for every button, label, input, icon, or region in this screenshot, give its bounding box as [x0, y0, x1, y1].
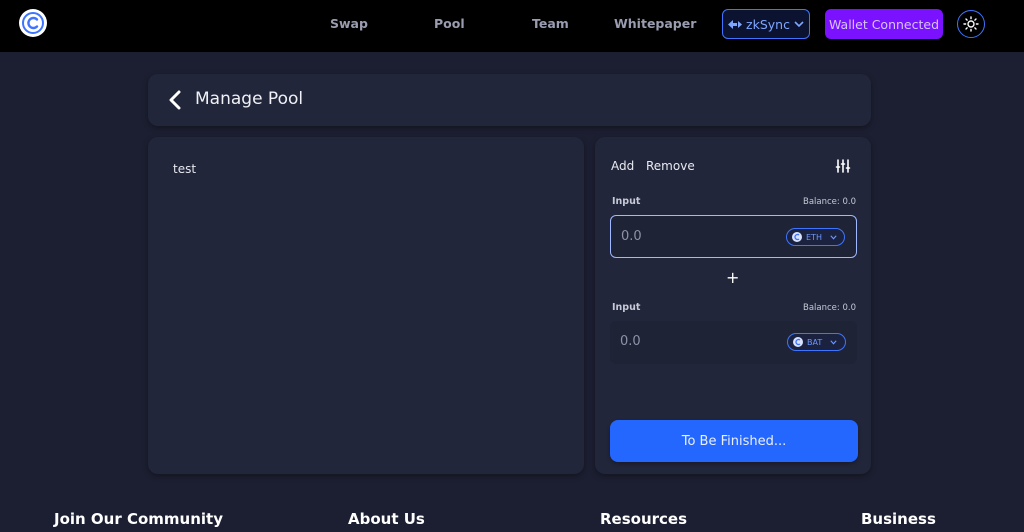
zksync-icon — [728, 19, 743, 29]
nav-link-pool[interactable]: Pool — [434, 16, 465, 31]
nav-link-whitepaper[interactable]: Whitepaper — [614, 16, 696, 31]
plus-separator: + — [726, 268, 740, 287]
network-label: zkSync — [746, 16, 790, 32]
tab-add[interactable]: Add — [611, 159, 634, 173]
pool-info-panel: test — [148, 137, 584, 474]
footer-heading-business: Business — [861, 510, 936, 528]
wallet-connected-button[interactable]: Wallet Connected — [825, 9, 943, 39]
amount-input-first[interactable] — [621, 226, 761, 246]
top-navbar: Swap Pool Team Whitepaper zkSync Wallet … — [0, 0, 1024, 52]
input-label-first: Input — [612, 196, 641, 207]
chevron-down-icon — [830, 234, 837, 240]
nav-link-swap[interactable]: Swap — [330, 16, 368, 31]
input-label-second: Input — [612, 302, 641, 313]
submit-button[interactable]: To Be Finished... — [610, 420, 858, 462]
chevron-down-icon — [794, 20, 804, 27]
token-symbol: ETH — [806, 232, 822, 242]
footer-heading-community: Join Our Community — [54, 510, 223, 528]
logo-icon[interactable] — [19, 9, 47, 37]
chevron-down-icon — [830, 339, 837, 345]
nav-link-team[interactable]: Team — [532, 16, 569, 31]
page-title: Manage Pool — [195, 89, 304, 109]
liquidity-form-panel: Add Remove Input Balance: 0.0 ETH + Inpu… — [595, 137, 871, 474]
settings-sliders-icon[interactable] — [835, 159, 851, 173]
balance-second: Balance: 0.0 — [803, 303, 856, 313]
token-icon — [792, 232, 802, 242]
pool-info-text: test — [173, 162, 197, 176]
token-symbol: BAT — [807, 337, 823, 347]
amount-input-second[interactable] — [620, 331, 760, 351]
amount-box-second: BAT — [610, 321, 857, 364]
balance-first: Balance: 0.0 — [803, 197, 856, 207]
token-select-bat[interactable]: BAT — [787, 333, 846, 351]
token-icon — [793, 337, 803, 347]
footer-heading-resources: Resources — [600, 510, 688, 528]
network-select-button[interactable]: zkSync — [722, 9, 810, 39]
sun-icon — [963, 16, 979, 32]
amount-box-first: ETH — [610, 215, 857, 258]
chevron-left-icon[interactable] — [168, 90, 182, 110]
manage-pool-header: Manage Pool — [148, 74, 871, 126]
theme-toggle-button[interactable] — [957, 10, 985, 38]
token-select-eth[interactable]: ETH — [786, 228, 845, 246]
footer-heading-about: About Us — [348, 510, 425, 528]
tab-remove[interactable]: Remove — [646, 159, 695, 173]
